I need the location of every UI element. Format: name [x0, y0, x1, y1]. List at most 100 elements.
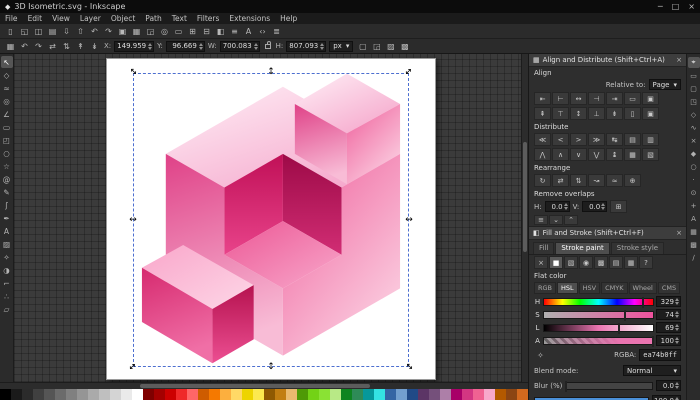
slider-track[interactable] [543, 324, 654, 332]
align-right-edge-button[interactable]: ⇥ [606, 92, 623, 105]
pattern-button[interactable]: ▩ [594, 256, 608, 269]
tool-tweak[interactable]: ≈ [1, 82, 13, 94]
menu-item[interactable]: Edit [23, 14, 48, 23]
tool-pencil[interactable]: ✎ [1, 186, 13, 198]
affect-corners-icon[interactable]: ◲ [370, 40, 383, 52]
menu-item[interactable]: Text [167, 14, 192, 23]
fill-stroke-close-icon[interactable]: × [676, 229, 682, 237]
palette-swatch[interactable] [187, 389, 198, 400]
align-top-button[interactable]: ⊤ [552, 107, 569, 120]
distribute-node-v-button[interactable]: ▧ [642, 148, 659, 161]
flip-horizontal-icon[interactable]: ⇄ [46, 40, 59, 52]
affect-stroke-icon[interactable]: ▢ [356, 40, 369, 52]
snap-bbox-icon[interactable]: ▭ [688, 70, 700, 81]
h-field[interactable]: 807.093 [286, 41, 326, 52]
distribute-gaps-v-button[interactable]: ⋁ [588, 148, 605, 161]
palette-swatch[interactable] [385, 389, 396, 400]
slider-marker[interactable] [618, 323, 620, 334]
tool-star[interactable]: ☆ [1, 160, 13, 172]
distribute-text-h-button[interactable]: ▤ [624, 133, 641, 146]
tool-paint-bucket[interactable]: ◑ [1, 264, 13, 276]
ungroup-icon[interactable]: ⊟ [200, 25, 213, 37]
snap-grid-icon[interactable]: ▩ [688, 239, 700, 250]
swatch-button[interactable]: ▤ [609, 256, 623, 269]
distribute-gaps-h-button[interactable]: ≫ [588, 133, 605, 146]
palette-swatch[interactable] [484, 389, 495, 400]
raise-icon[interactable]: ↟ [74, 40, 87, 52]
color-tab-cms[interactable]: CMS [658, 282, 680, 294]
palette-swatch[interactable] [11, 389, 22, 400]
distribute-equal-v-button[interactable]: ↨ [606, 148, 623, 161]
palette-swatch[interactable] [374, 389, 385, 400]
rgba-value-field[interactable]: ea74b0ff [639, 349, 681, 361]
rearrange-graph-button[interactable]: ↻ [534, 174, 551, 187]
palette-swatch[interactable] [55, 389, 66, 400]
randomize-button[interactable]: ≈ [606, 174, 623, 187]
palette-swatch[interactable] [176, 389, 187, 400]
distribute-center-v-button[interactable]: ∧ [552, 148, 569, 161]
tool-bezier[interactable]: ʃ [1, 199, 13, 211]
lightness-slider[interactable]: L 69 [529, 321, 686, 334]
align-anchor-v-button[interactable]: ▣ [642, 107, 659, 120]
menu-item[interactable]: Layer [75, 14, 106, 23]
slider-marker[interactable] [642, 297, 644, 308]
palette-swatch[interactable] [275, 389, 286, 400]
align-left-button[interactable]: ⊢ [552, 92, 569, 105]
tool-text[interactable]: A [1, 225, 13, 237]
snap-page-border-icon[interactable]: ▦ [688, 226, 700, 237]
palette-swatch[interactable] [495, 389, 506, 400]
align-dialog-icon[interactable]: ≡ [228, 25, 241, 37]
palette-swatch[interactable] [330, 389, 341, 400]
slider-spinbox[interactable]: 69 [656, 322, 681, 333]
distribute-top-button[interactable]: ⋀ [534, 148, 551, 161]
distribute-text-v-button[interactable]: ▦ [624, 148, 641, 161]
overlap-h-field[interactable]: 0.0 [545, 201, 570, 212]
tool-node-editor[interactable]: ◇ [1, 69, 13, 81]
exchange-positions-button[interactable]: ⇄ [552, 174, 569, 187]
flip-vertical-icon[interactable]: ⇅ [60, 40, 73, 52]
export-icon[interactable]: ⇧ [74, 25, 87, 37]
alpha-slider[interactable]: A 100 [529, 334, 686, 347]
snap-center-icon[interactable]: ⊙ [688, 187, 700, 198]
select-all-icon[interactable]: ▦ [4, 40, 17, 52]
rotate-ccw-icon[interactable]: ↶ [18, 40, 31, 52]
tool-calligraphy[interactable]: ✒ [1, 212, 13, 224]
palette-swatch[interactable] [33, 389, 44, 400]
hue-slider[interactable]: H 329 [529, 295, 686, 308]
palette-swatch[interactable] [363, 389, 374, 400]
distribute-node-h-button[interactable]: ▥ [642, 133, 659, 146]
snap-intersection-icon[interactable]: × [688, 135, 700, 146]
blend-mode-dropdown[interactable]: Normal ▾ [623, 365, 681, 376]
flat-color-button[interactable]: ■ [549, 256, 563, 269]
no-paint-button[interactable]: × [534, 256, 548, 269]
align-top-edge-button[interactable]: ⇞ [534, 107, 551, 120]
menu-item[interactable]: File [0, 14, 23, 23]
linear-gradient-button[interactable]: ▧ [564, 256, 578, 269]
opacity-spinbox[interactable]: 100.0 [652, 395, 681, 400]
slider-marker[interactable] [652, 336, 654, 347]
palette-swatch[interactable] [121, 389, 132, 400]
unclump-button[interactable]: ⊕ [624, 174, 641, 187]
copy-icon[interactable]: ▣ [116, 25, 129, 37]
undo-icon[interactable]: ↶ [88, 25, 101, 37]
tool-measure[interactable]: ∠ [1, 108, 13, 120]
zoom-icon[interactable]: ◎ [158, 25, 171, 37]
align-anchor-h-button[interactable]: ▣ [642, 92, 659, 105]
distribute-right-button[interactable]: > [570, 133, 587, 146]
zoom-page-icon[interactable]: ▭ [172, 25, 185, 37]
snap-toggle-icon[interactable]: ⌖ [688, 57, 700, 68]
palette-swatch[interactable] [110, 389, 121, 400]
lock-ratio-icon[interactable] [265, 44, 271, 49]
menu-item[interactable]: Object [106, 14, 140, 23]
snap-text-baseline-icon[interactable]: A [688, 213, 700, 224]
center-vertical-button[interactable]: ↕ [570, 107, 587, 120]
tool-spiral[interactable]: @ [1, 173, 13, 185]
palette-swatch[interactable] [451, 389, 462, 400]
tool-eraser[interactable]: ▱ [1, 303, 13, 315]
palette-swatch[interactable] [242, 389, 253, 400]
palette-swatch[interactable] [264, 389, 275, 400]
palette-swatch[interactable] [143, 389, 154, 400]
panel-expand-button[interactable]: ⌃ [564, 215, 578, 225]
palette-swatch[interactable] [22, 389, 33, 400]
snap-nodes-icon[interactable]: ◇ [688, 109, 700, 120]
